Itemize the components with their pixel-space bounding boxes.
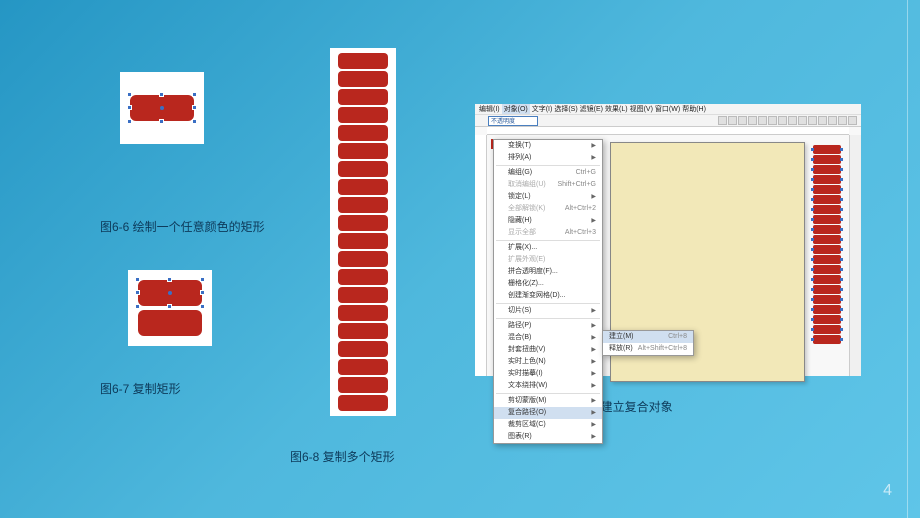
- menu-item[interactable]: 排列(A)▶: [494, 152, 602, 164]
- toolbar-icon[interactable]: [778, 116, 787, 125]
- figure-6-6-image: [120, 72, 204, 144]
- menu-item[interactable]: 路径(P)▶: [494, 320, 602, 332]
- menu-object[interactable]: 对象(O): [502, 104, 530, 114]
- menu-item[interactable]: 创建渐变网格(D)...: [494, 290, 602, 302]
- menu-item[interactable]: 扩展外观(E): [494, 254, 602, 266]
- toolbar-icon[interactable]: [718, 116, 727, 125]
- menu-item[interactable]: 隐藏(H)▶: [494, 215, 602, 227]
- menu-item[interactable]: 实时上色(N)▶: [494, 356, 602, 368]
- menu-item[interactable]: 锁定(L)▶: [494, 191, 602, 203]
- ruler-vertical-left: [475, 135, 487, 376]
- menubar: 编辑(I) 对象(O) 文字(I) 选择(S) 滤镜(E) 效果(L) 视图(V…: [475, 104, 861, 115]
- figure-6-9: 编辑(I) 对象(O) 文字(I) 选择(S) 滤镜(E) 效果(L) 视图(V…: [475, 104, 861, 376]
- menu-item[interactable]: 文本绕排(W)▶: [494, 380, 602, 392]
- page-number: 4: [883, 482, 892, 500]
- menu-item[interactable]: 变换(T)▶: [494, 140, 602, 152]
- object-menu-dropdown: 变换(T)▶排列(A)▶ 编组(G)Ctrl+G取消编组(U)Shift+Ctrl…: [493, 139, 603, 444]
- toolbar-icon[interactable]: [828, 116, 837, 125]
- toolbar-icon[interactable]: [798, 116, 807, 125]
- illustrator-window: 编辑(I) 对象(O) 文字(I) 选择(S) 滤镜(E) 效果(L) 视图(V…: [475, 104, 861, 376]
- menu-item[interactable]: 编组(G)Ctrl+G: [494, 167, 602, 179]
- menu-item[interactable]: 剪切蒙版(M)▶: [494, 395, 602, 407]
- menu-item[interactable]: 复合路径(O)▶: [494, 407, 602, 419]
- menu-edit[interactable]: 编辑(I): [479, 104, 500, 114]
- toolbar-icon[interactable]: [848, 116, 857, 125]
- menu-item[interactable]: 全部解锁(K)Alt+Ctrl+2: [494, 203, 602, 215]
- menu-item[interactable]: 实时描摹(I)▶: [494, 368, 602, 380]
- menu-type[interactable]: 文字(I): [532, 104, 553, 114]
- figure-6-6-caption: 图6-6 绘制一个任意颜色的矩形: [100, 218, 280, 236]
- menu-item[interactable]: 拼合透明度(F)...: [494, 266, 602, 278]
- menu-filter[interactable]: 滤镜(E): [580, 104, 603, 114]
- slide-edge-accent: [907, 0, 908, 518]
- toolbar-opacity-dropdown[interactable]: 不透明度: [488, 116, 538, 126]
- menu-select[interactable]: 选择(S): [554, 104, 577, 114]
- figure-6-8-image: [330, 48, 396, 416]
- menu-item[interactable]: 裁剪区域(C)▶: [494, 419, 602, 431]
- menu-item[interactable]: 切片(S)▶: [494, 305, 602, 317]
- menu-item[interactable]: 扩展(X)...: [494, 242, 602, 254]
- rectangle-copy: [138, 310, 202, 336]
- toolbar-icon[interactable]: [738, 116, 747, 125]
- figure-6-7-image: [128, 270, 212, 346]
- toolbar-icon[interactable]: [788, 116, 797, 125]
- toolbar-icon[interactable]: [768, 116, 777, 125]
- scrollbar-right[interactable]: [849, 135, 861, 376]
- menu-view[interactable]: 视图(V): [630, 104, 653, 114]
- toolbar-icon[interactable]: [748, 116, 757, 125]
- submenu-item[interactable]: 释放(R)Alt+Shift+Ctrl+8: [603, 343, 693, 355]
- rectangle-top: [138, 280, 202, 306]
- compound-path-submenu: 建立(M)Ctrl+8释放(R)Alt+Shift+Ctrl+8: [602, 330, 694, 356]
- ruler-horizontal: [487, 127, 849, 135]
- menu-window[interactable]: 窗口(W): [655, 104, 680, 114]
- menu-item[interactable]: 混合(B)▶: [494, 332, 602, 344]
- workarea: 变换(T)▶排列(A)▶ 编组(G)Ctrl+G取消编组(U)Shift+Ctrl…: [475, 127, 861, 376]
- menu-item[interactable]: 显示全部Alt+Ctrl+3: [494, 227, 602, 239]
- figure-6-7-caption: 图6-7 复制矩形: [100, 380, 181, 397]
- menu-item[interactable]: 栅格化(Z)...: [494, 278, 602, 290]
- submenu-item[interactable]: 建立(M)Ctrl+8: [603, 331, 693, 343]
- figure-6-8-caption: 图6-8 复制多个矩形: [290, 448, 395, 465]
- menu-item[interactable]: 封套扭曲(V)▶: [494, 344, 602, 356]
- toolbar-icon[interactable]: [808, 116, 817, 125]
- menu-item[interactable]: 取消编组(U)Shift+Ctrl+G: [494, 179, 602, 191]
- figure-6-6: [120, 72, 204, 144]
- selected-rectangle: [130, 95, 194, 121]
- toolbar-icon[interactable]: [728, 116, 737, 125]
- figure-6-7: [128, 270, 212, 346]
- toolbar-icon[interactable]: [758, 116, 767, 125]
- toolbar-icon[interactable]: [818, 116, 827, 125]
- menu-help[interactable]: 帮助(H): [682, 104, 706, 114]
- rectangle-stack: [813, 145, 841, 344]
- figure-6-8: [330, 48, 396, 416]
- toolbar: 不透明度: [475, 115, 861, 127]
- toolbar-icon[interactable]: [838, 116, 847, 125]
- menu-item[interactable]: 图表(R)▶: [494, 431, 602, 443]
- menu-effect[interactable]: 效果(L): [605, 104, 628, 114]
